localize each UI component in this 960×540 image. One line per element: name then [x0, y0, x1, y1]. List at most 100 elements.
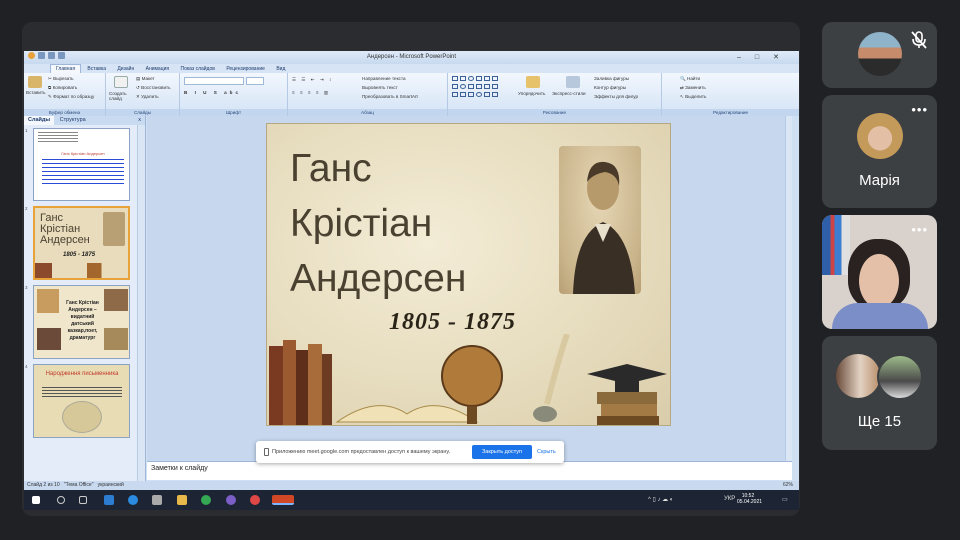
search-icon[interactable] [57, 496, 65, 504]
font-style-buttons[interactable]: B I U S abc [184, 90, 241, 95]
chrome-icon[interactable] [201, 495, 211, 505]
explorer-icon[interactable] [177, 495, 187, 505]
shapes-gallery-row3[interactable] [452, 92, 500, 98]
paragraph-group-label: Абзац [288, 109, 447, 116]
portrait-drawing [573, 161, 635, 294]
shapes-gallery-row2[interactable] [452, 84, 500, 90]
stop-sharing-button[interactable]: Закрыть доступ [472, 445, 532, 459]
smartart-button[interactable]: Преобразовать в SmartArt [362, 94, 418, 99]
cut-button[interactable]: ✂ Вырезать [48, 76, 74, 82]
slide-thumb-2[interactable]: Ганс Крістіан Андерсен 1805 - 1875 [33, 206, 130, 280]
store-icon[interactable] [152, 495, 162, 505]
align-text-button[interactable]: Выровнять текст [362, 85, 398, 90]
select-button[interactable]: ↖ Выделить [680, 94, 706, 100]
participant-name: Марія [859, 172, 900, 189]
edge-icon[interactable] [128, 495, 138, 505]
layout-button[interactable]: ▤ Макет [136, 76, 155, 82]
tab-outline[interactable]: Структура [56, 116, 90, 125]
paste-button[interactable]: Вставить [26, 90, 45, 95]
more-options-icon[interactable]: ••• [911, 103, 928, 116]
notes-pane[interactable]: Заметки к слайду [147, 461, 792, 480]
copy-label: Копировать [52, 85, 78, 90]
share-indicator-icon [264, 448, 269, 456]
thumb-image [37, 289, 59, 313]
reset-button[interactable]: ↺ Восстановить [136, 85, 171, 91]
replace-button[interactable]: ⇄ Заменить [680, 85, 706, 91]
clipboard-group-label: Буфер обмена [24, 109, 105, 116]
font-group: B I U S abc Шрифт [180, 73, 288, 116]
language-indicator[interactable]: УКР [724, 496, 735, 502]
powerpoint-taskbar-icon[interactable] [272, 495, 294, 505]
editing-group-label: Редактирование [662, 109, 799, 116]
quick-styles-button[interactable]: Экспресс-стили [552, 91, 586, 96]
quick-styles-icon[interactable] [566, 76, 580, 88]
title-bar: Андерсен - Microsoft PowerPoint –□✕ [24, 51, 799, 64]
window-controls[interactable]: –□✕ [737, 51, 793, 64]
drawing-group: Упорядочить Экспресс-стили Заливка фигур… [448, 73, 662, 116]
text-direction-button[interactable]: Направление текста [362, 76, 406, 81]
viber-icon[interactable] [226, 495, 236, 505]
avatar [877, 354, 923, 400]
mail-icon[interactable] [104, 495, 114, 505]
powerpoint-window: Андерсен - Microsoft PowerPoint –□✕ Глав… [24, 51, 799, 490]
editing-group: 🔍 Найти ⇄ Заменить ↖ Выделить Редактиров… [662, 73, 799, 116]
paste-icon[interactable] [28, 76, 42, 88]
slides-pane-scrollbar[interactable] [137, 125, 145, 490]
thumb-title: Ганс Крістіан Андерсен – видатний датськ… [66, 300, 99, 341]
find-button[interactable]: 🔍 Найти [680, 76, 700, 82]
arrange-button[interactable]: Упорядочить [518, 91, 545, 96]
slide-thumb-3[interactable]: Ганс Крістіан Андерсен – видатний датськ… [33, 285, 130, 359]
thumb-title: Ганс Крістіан Андерсен [61, 151, 105, 156]
list-buttons[interactable]: ☰ ☰ ⇤ ⇥ ↕ [292, 77, 333, 83]
shared-screen: Андерсен - Microsoft PowerPoint –□✕ Глав… [22, 22, 800, 516]
participant-tile-more[interactable]: Ще 15 [822, 336, 937, 450]
thumb-image [37, 328, 61, 350]
shape-fill-button[interactable]: Заливка фигуры [594, 76, 629, 81]
slide-scrollbar[interactable] [785, 116, 792, 461]
participant-tile-video[interactable]: ••• [822, 215, 937, 329]
window-title: Андерсен - Microsoft PowerPoint [366, 54, 457, 60]
slide-title-line-1: Ганс [290, 147, 372, 190]
clipboard-group: Вставить ✂ Вырезать ⧉ Копировать ✎ Форма… [24, 73, 106, 116]
font-family-select[interactable] [184, 77, 244, 85]
slide-editor: Ганс Крістіан Андерсен 1805 - 1875 [147, 116, 792, 461]
shape-effects-button[interactable]: Эффекты для фигур [594, 94, 638, 99]
current-slide[interactable]: Ганс Крістіан Андерсен 1805 - 1875 [266, 123, 671, 426]
font-group-label: Шрифт [180, 109, 287, 116]
zoom-level[interactable]: 62% [783, 481, 793, 490]
notifications-icon[interactable]: ▭ [782, 496, 788, 503]
delete-button[interactable]: ✕ Удалить [136, 94, 159, 100]
task-view-icon[interactable] [79, 496, 87, 504]
shapes-gallery[interactable] [452, 76, 500, 82]
align-buttons[interactable]: ≡ ≡ ≡ ≡ ▥ [292, 90, 330, 96]
notes-placeholder: Заметки к слайду [151, 465, 208, 472]
participant-tile-maria[interactable]: ••• Марія [822, 95, 937, 208]
copy-button[interactable]: ⧉ Копировать [48, 85, 77, 90]
thumb-number: 3 [25, 285, 28, 290]
tab-slides[interactable]: Слайды [24, 116, 55, 125]
hide-button[interactable]: Скрыть [537, 449, 556, 455]
arrange-icon[interactable] [526, 76, 540, 88]
thumb-number: 2 [25, 206, 28, 211]
format-painter-button[interactable]: ✎ Формат по образцу [48, 94, 94, 100]
new-slide-button[interactable]: Создать слайд [109, 91, 133, 101]
thumb-links [42, 159, 124, 185]
slide-decoration-books-globe [269, 334, 667, 425]
windows-start-icon[interactable] [32, 496, 40, 504]
new-slide-icon[interactable] [114, 76, 128, 88]
shape-outline-button[interactable]: Контур фигуры [594, 85, 626, 90]
app-icon[interactable] [250, 495, 260, 505]
tray-icons[interactable]: ^ ▯ ♪ ☁ ◐ [648, 496, 673, 503]
bookshelf [822, 215, 850, 275]
tab-home[interactable]: Главная [50, 64, 82, 73]
slide-thumb-4[interactable]: Народження письменника [33, 364, 130, 438]
font-size-select[interactable] [246, 77, 264, 85]
close-pane-icon[interactable]: x [134, 116, 145, 125]
clock[interactable]: 10:52 05.04.2021 [737, 493, 762, 505]
participant-tile-1[interactable] [822, 22, 937, 88]
thumb-image [104, 289, 128, 311]
slide-thumb-1[interactable]: Ганс Крістіан Андерсен [33, 128, 130, 201]
more-options-icon[interactable]: ••• [911, 223, 928, 236]
status-bar: Слайд 2 из 10 "Тема Office" украинский 6… [24, 481, 799, 490]
thumb-portrait [103, 212, 125, 246]
